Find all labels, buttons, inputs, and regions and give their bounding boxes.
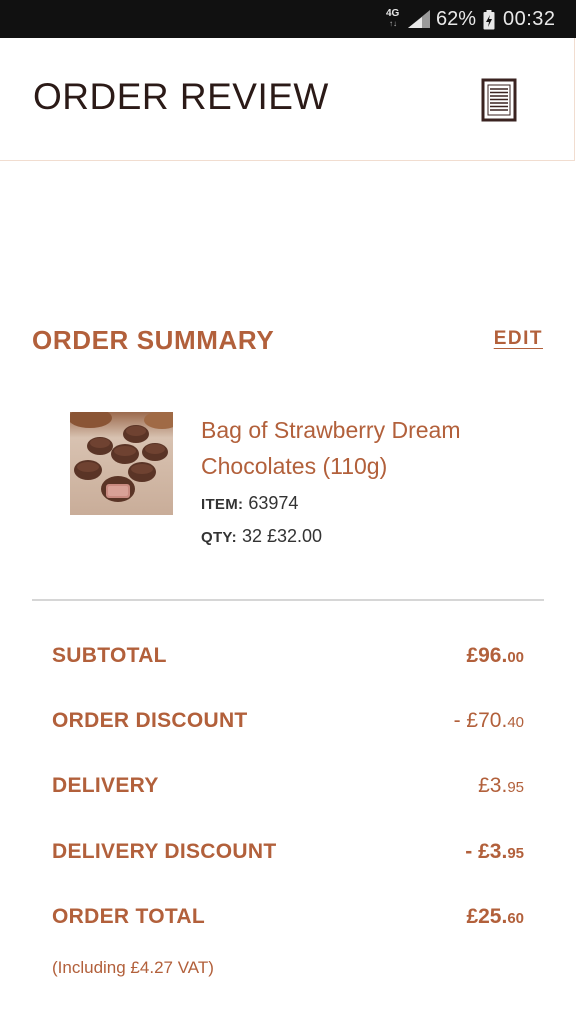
quantity-row: QTY: 32 £32.00 — [201, 526, 322, 547]
delivery-discount-row: DELIVERY DISCOUNT - £3.95 — [52, 837, 524, 867]
delivery-label: DELIVERY — [52, 774, 159, 797]
qty-value: 32 £32.00 — [241, 526, 323, 546]
subtotal-row: SUBTOTAL £96.00 — [52, 641, 524, 671]
delivery-value: £3.95 — [478, 774, 524, 797]
order-discount-row: ORDER DISCOUNT - £70.40 — [52, 706, 524, 736]
subtotal-value: £96.00 — [466, 644, 524, 667]
delivery-row: DELIVERY £3.95 — [52, 771, 524, 801]
subtotal-label: SUBTOTAL — [52, 644, 167, 667]
order-total-label: ORDER TOTAL — [52, 905, 206, 928]
order-total-row: ORDER TOTAL £25.60 — [52, 902, 524, 932]
clock: 00:32 — [503, 8, 556, 30]
battery-charging-icon — [483, 10, 495, 30]
status-bar: 4G ↑↓ 62% 00:32 — [0, 0, 576, 38]
item-number-row: ITEM: 63974 — [201, 493, 298, 514]
delivery-discount-value: - £3.95 — [465, 840, 524, 863]
divider — [32, 599, 544, 601]
edit-link[interactable]: EDIT — [494, 328, 543, 350]
vat-note: (Including £4.27 VAT) — [52, 958, 214, 977]
order-total-value: £25.60 — [466, 905, 524, 928]
app-header: ORDER REVIEW — [0, 38, 575, 161]
qty-label: QTY: — [201, 529, 237, 546]
product-image — [70, 412, 173, 515]
delivery-discount-label: DELIVERY DISCOUNT — [52, 840, 277, 863]
order-summary-heading: ORDER SUMMARY — [32, 325, 275, 355]
document-icon[interactable] — [481, 78, 517, 122]
item-number: 63974 — [248, 493, 299, 513]
order-discount-value: - £70.40 — [453, 709, 524, 732]
network-type: 4G — [386, 8, 400, 19]
order-discount-label: ORDER DISCOUNT — [52, 709, 248, 732]
signal-icon — [408, 10, 430, 28]
item-label: ITEM: — [201, 496, 244, 513]
page-title: ORDER REVIEW — [33, 76, 329, 117]
data-activity-icon: ↑↓ — [389, 19, 397, 28]
product-name[interactable]: Bag of Strawberry Dream Chocolates (110g… — [201, 412, 521, 484]
battery-percent: 62% — [436, 8, 477, 30]
